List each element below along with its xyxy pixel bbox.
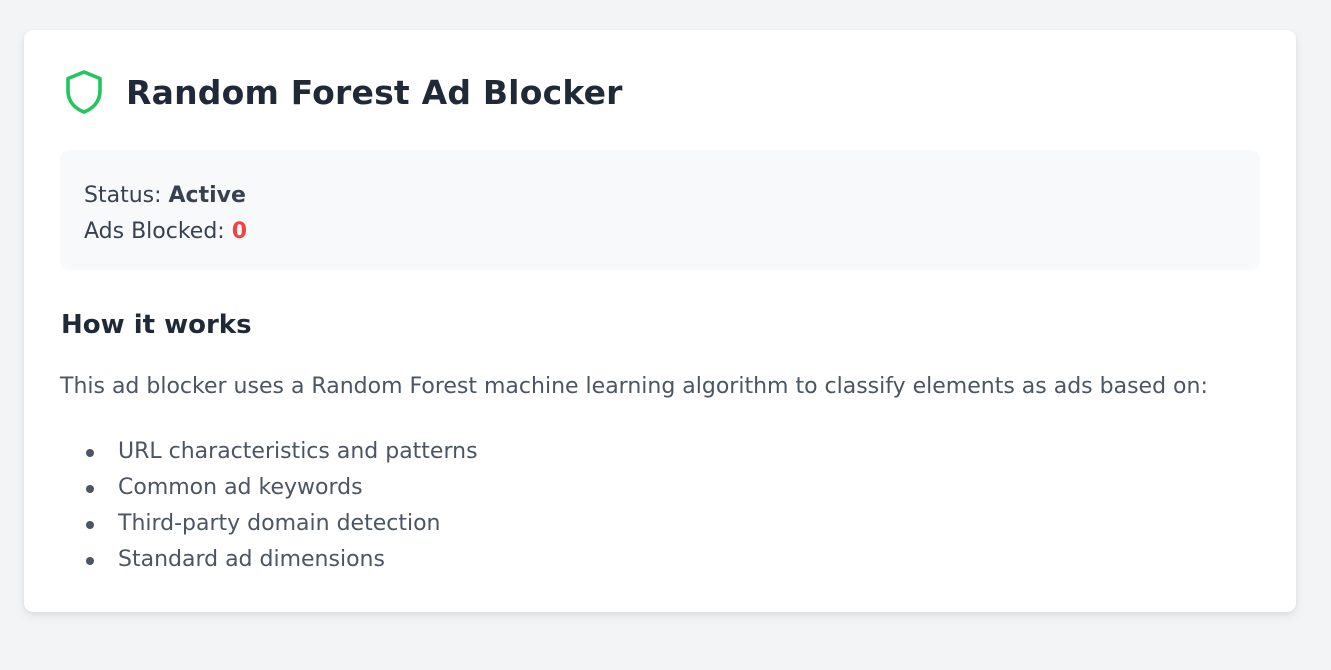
header: Random Forest Ad Blocker — [60, 66, 623, 118]
bullet-icon — [86, 449, 94, 457]
ads-blocked-label: Ads Blocked: — [84, 219, 232, 244]
list-item: Common ad keywords — [60, 470, 478, 506]
feature-list: URL characteristics and patterns Common … — [60, 434, 478, 578]
list-item: Standard ad dimensions — [60, 542, 478, 578]
status-label: Status: — [84, 183, 169, 208]
bullet-icon — [86, 485, 94, 493]
feature-text: Third-party domain detection — [118, 511, 441, 536]
ads-blocked-line: Ads Blocked: 0 — [84, 214, 1236, 250]
list-item: Third-party domain detection — [60, 506, 478, 542]
ad-blocker-card: Random Forest Ad Blocker Status: Active … — [24, 30, 1296, 612]
status-panel: Status: Active Ads Blocked: 0 — [60, 150, 1260, 270]
how-it-works-heading: How it works — [61, 310, 252, 340]
bullet-icon — [86, 557, 94, 565]
shield-icon — [60, 68, 108, 116]
bullet-icon — [86, 521, 94, 529]
list-item: URL characteristics and patterns — [60, 434, 478, 470]
feature-text: Common ad keywords — [118, 475, 363, 500]
status-value: Active — [168, 183, 246, 208]
ads-blocked-count: 0 — [231, 219, 248, 244]
feature-text: URL characteristics and patterns — [118, 439, 478, 464]
status-line: Status: Active — [84, 178, 1236, 214]
how-it-works-description: This ad blocker uses a Random Forest mac… — [60, 374, 1208, 399]
feature-text: Standard ad dimensions — [118, 547, 385, 572]
page-title: Random Forest Ad Blocker — [126, 72, 623, 112]
